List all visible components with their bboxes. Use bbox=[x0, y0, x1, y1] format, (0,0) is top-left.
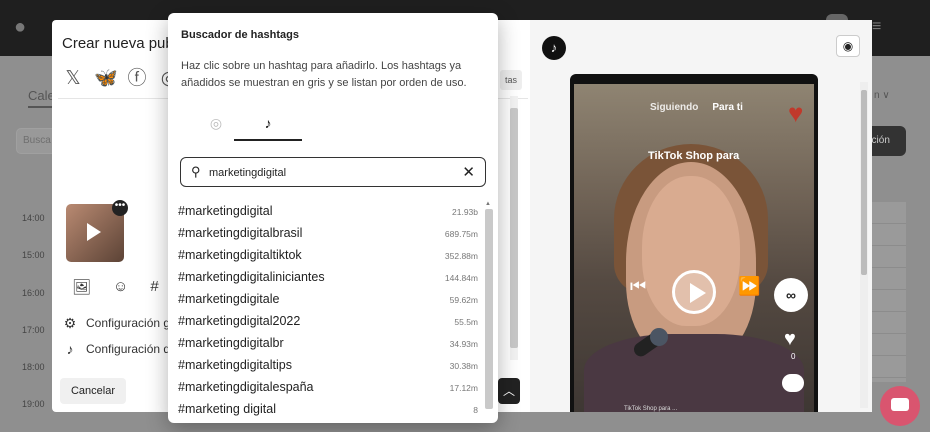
time-label: 17:00 bbox=[22, 325, 45, 335]
tab-calendar[interactable]: Cale bbox=[28, 88, 55, 108]
hashtag-count: 55.5m bbox=[454, 317, 478, 327]
hashtag-count: 59.62m bbox=[449, 295, 478, 305]
x-icon[interactable]: 𝕏 bbox=[62, 68, 84, 90]
list-item[interactable]: #marketingdigitalbrasil 689.75m bbox=[168, 223, 486, 245]
list-item[interactable]: #marketingdigitalespaña 17.12m bbox=[168, 377, 486, 399]
hashtag-count: 17.12m bbox=[449, 383, 478, 393]
network-tabs: ◎ ♪ bbox=[182, 113, 482, 141]
hashtag-search-box: ⚲ ✕ bbox=[180, 157, 486, 187]
hashtag-count: 34.93m bbox=[449, 339, 478, 349]
tab-following: Siguiendo bbox=[650, 102, 699, 113]
app-logo-icon: ● bbox=[14, 16, 27, 38]
hashtag-label: #marketingdigitalbr bbox=[178, 336, 284, 350]
hashtag-count: 30.38m bbox=[449, 361, 478, 371]
hashtag-icon[interactable]: # bbox=[150, 278, 158, 296]
preview-pane: ♪ ◉ Siguiendo Para ti ♥ TikTok Shop para… bbox=[530, 20, 872, 412]
hashtag-list-scrollbar[interactable]: ▲ bbox=[484, 201, 494, 419]
list-item[interactable]: #marketingdigitalbr 34.93m bbox=[168, 333, 486, 355]
config-tiktok-row[interactable]: ♪ Configuración d bbox=[62, 336, 171, 362]
finder-description: Haz clic sobre un hashtag para añadirlo.… bbox=[181, 60, 467, 89]
tab-for-you: Para ti bbox=[712, 102, 743, 113]
calendar-column bbox=[870, 202, 906, 382]
cancel-button[interactable]: Cancelar bbox=[60, 378, 126, 404]
like-count: 0 bbox=[791, 352, 796, 361]
play-button[interactable] bbox=[672, 270, 716, 314]
time-label: 16:00 bbox=[22, 288, 45, 298]
hashtag-label: #marketingdigitalbrasil bbox=[178, 226, 303, 240]
video-overlay-text: TikTok Shop para bbox=[648, 150, 740, 162]
emoji-icon[interactable]: ☺ bbox=[113, 278, 128, 296]
list-item[interactable]: #marketingdigitaltiktok 352.88m bbox=[168, 245, 486, 267]
play-icon bbox=[690, 283, 706, 303]
tab-button[interactable]: tas bbox=[500, 70, 522, 90]
config-tiktok-label: Configuración d bbox=[86, 342, 171, 356]
hashtag-finder: Buscador de hashtags Haz clic sobre un h… bbox=[168, 13, 498, 423]
time-label: 18:00 bbox=[22, 362, 45, 372]
search-icon: ⚲ bbox=[191, 164, 201, 179]
instagram-icon: ◎ bbox=[209, 115, 223, 131]
hashtag-label: #marketing digital bbox=[178, 402, 276, 416]
list-item[interactable]: #marketingdigital2022 55.5m bbox=[168, 311, 486, 333]
hashtag-label: #marketingdigitaltips bbox=[178, 358, 292, 372]
chat-icon[interactable] bbox=[880, 386, 920, 426]
more-options-icon[interactable]: ••• bbox=[112, 200, 128, 216]
list-item[interactable]: #marketing digital 8 bbox=[168, 399, 486, 419]
modal-title: Crear nueva pub bbox=[62, 35, 174, 52]
time-label: 14:00 bbox=[22, 213, 45, 223]
play-icon bbox=[87, 223, 101, 241]
hashtag-label: #marketingdigitale bbox=[178, 292, 280, 306]
comment-icon[interactable] bbox=[782, 374, 804, 392]
hashtag-label: #marketingdigitaltiktok bbox=[178, 248, 302, 262]
list-item[interactable]: #marketingdigitale 59.62m bbox=[168, 289, 486, 311]
close-icon[interactable]: ✕ bbox=[462, 163, 475, 181]
config-general-row[interactable]: ⚙ Configuración g bbox=[62, 310, 170, 336]
video-caption: TikTok Shop para ... bbox=[624, 406, 678, 412]
hashtag-count: 21.93b bbox=[452, 207, 478, 217]
hashtag-count: 144.84m bbox=[444, 273, 478, 283]
scroll-up-icon[interactable]: ▲ bbox=[485, 201, 491, 207]
time-label: 19:00 bbox=[22, 399, 45, 409]
list-item[interactable]: #marketingdigitaltips 30.38m bbox=[168, 355, 486, 377]
bluesky-icon[interactable]: 🦋 bbox=[94, 68, 118, 90]
editor-scrollbar[interactable] bbox=[510, 96, 520, 360]
time-label: 15:00 bbox=[22, 250, 45, 260]
hashtag-count: 8 bbox=[473, 405, 478, 415]
heart-icon: ♥ bbox=[788, 98, 804, 128]
hashtag-label: #marketingdigital bbox=[178, 204, 273, 218]
menu-icon[interactable]: ≡ bbox=[872, 18, 888, 35]
loop-icon[interactable]: ∞ bbox=[774, 278, 808, 312]
phone-preview: Siguiendo Para ti ♥ TikTok Shop para ⏮ ⏩… bbox=[570, 74, 818, 412]
preview-scrollbar[interactable] bbox=[860, 82, 868, 408]
feed-tabs: Siguiendo Para ti bbox=[650, 102, 743, 113]
hashtag-count: 352.88m bbox=[444, 251, 478, 261]
tab-tiktok[interactable]: ♪ bbox=[234, 113, 302, 141]
editor-toolbar: 🖼 ☺ # bbox=[72, 278, 159, 296]
list-item[interactable]: #marketingdigitaliniciantes 144.84m bbox=[168, 267, 486, 289]
hashtag-list: #marketingdigital 21.93b #marketingdigita… bbox=[168, 201, 486, 419]
view-selector[interactable]: n ∨ bbox=[874, 90, 890, 101]
eye-icon[interactable]: ◉ bbox=[836, 35, 860, 57]
hashtag-count: 689.75m bbox=[444, 229, 478, 239]
finder-title: Buscador de hashtags bbox=[181, 29, 299, 41]
facebook-icon[interactable]: ⓕ bbox=[126, 68, 148, 90]
gear-icon: ⚙ bbox=[63, 314, 77, 331]
config-general-label: Configuración g bbox=[86, 316, 171, 330]
media-library-icon[interactable]: 🖼 bbox=[72, 278, 91, 296]
hashtag-label: #marketingdigital2022 bbox=[178, 314, 301, 328]
chevron-up-icon[interactable]: ︿ bbox=[498, 378, 520, 404]
hashtag-label: #marketingdigitaliniciantes bbox=[178, 270, 325, 284]
social-network-selector: 𝕏 🦋 ⓕ ◎ bbox=[62, 68, 180, 90]
like-icon[interactable]: ♥ bbox=[784, 328, 796, 351]
list-item[interactable]: #marketingdigital 21.93b bbox=[168, 201, 486, 223]
hashtag-search-input[interactable] bbox=[209, 164, 449, 182]
hashtag-label: #marketingdigitalespaña bbox=[178, 380, 314, 394]
tiktok-icon: ♪ bbox=[264, 115, 272, 131]
tiktok-icon: ♪ bbox=[66, 341, 74, 357]
video-preview[interactable]: Siguiendo Para ti ♥ TikTok Shop para ⏮ ⏩… bbox=[574, 84, 814, 412]
skip-back-icon[interactable]: ⏮ bbox=[630, 276, 646, 297]
fast-forward-icon[interactable]: ⏩ bbox=[738, 276, 760, 297]
tiktok-icon: ♪ bbox=[542, 36, 566, 60]
